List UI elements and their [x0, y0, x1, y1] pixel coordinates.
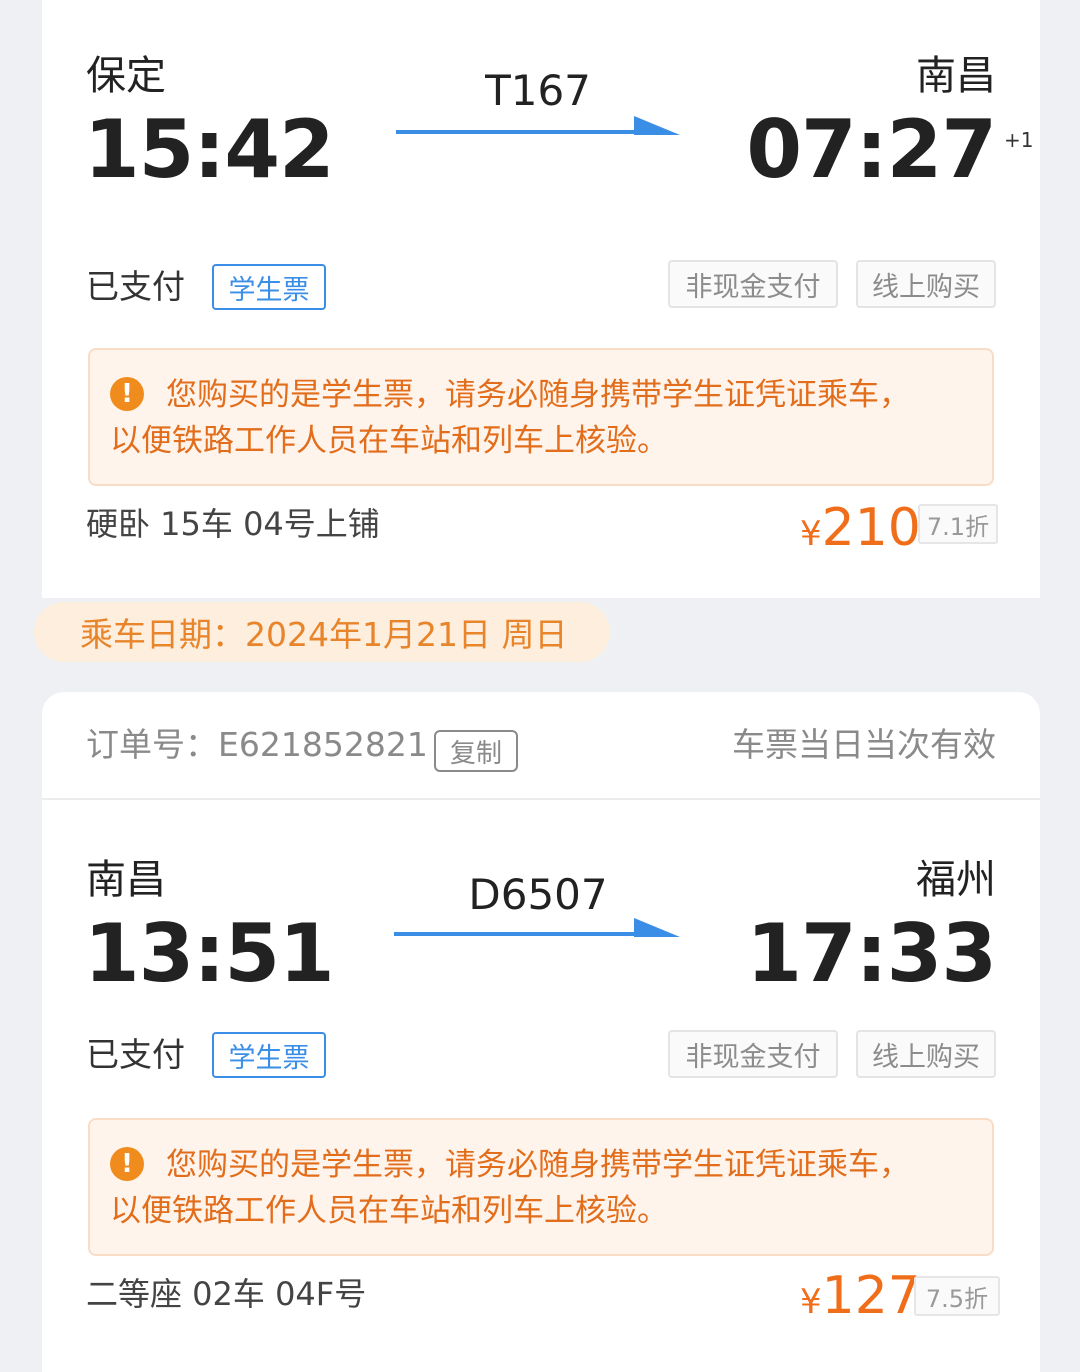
price-amount: 210: [821, 498, 921, 558]
tag-cashless-payment: 非现金支付: [668, 1030, 838, 1078]
discount-badge: 7.5折: [914, 1276, 1000, 1316]
student-ticket-badge: 学生票: [212, 1032, 326, 1078]
order-header: 订单号：E621852821 复制 车票当日当次有效: [42, 692, 1040, 800]
currency-symbol: ¥: [800, 1282, 822, 1322]
ticket-price: ¥127: [800, 1270, 921, 1322]
ticket-card-1[interactable]: 保定 15:42 T167 南昌 07:27 +1 已支付 学生票 非现金支付 …: [42, 0, 1040, 598]
student-ticket-badge: 学生票: [212, 264, 326, 310]
discount-badge: 7.1折: [918, 504, 998, 544]
departure-time: 13:51: [84, 907, 335, 1000]
copy-button[interactable]: 复制: [434, 730, 518, 772]
notice-text: 您购买的是学生票，请务必随身携带学生证凭证乘车，以便铁路工作人员在车站和列车上核…: [110, 377, 910, 459]
currency-symbol: ¥: [800, 514, 822, 554]
ticket-card-2[interactable]: 订单号：E621852821 复制 车票当日当次有效 南昌 13:51 D650…: [42, 692, 1040, 1372]
arrow-right-icon: [394, 918, 680, 937]
ticket-price: ¥210: [800, 502, 921, 554]
payment-status: 已支付: [86, 1035, 185, 1074]
departure-station: 保定: [86, 53, 166, 99]
train-number: T167: [485, 66, 591, 115]
arrival-time: 07:27: [746, 103, 997, 196]
arrow-right-icon: [396, 116, 680, 135]
departure-station: 南昌: [86, 857, 166, 903]
seat-info: 硬卧 15车 04号上铺: [86, 505, 380, 543]
train-number: D6507: [468, 870, 608, 919]
arrival-station: 南昌: [916, 53, 996, 99]
notice-text: 您购买的是学生票，请务必随身携带学生证凭证乘车，以便铁路工作人员在车站和列车上核…: [110, 1147, 910, 1229]
arrival-station: 福州: [916, 857, 996, 903]
student-ticket-notice: ! 您购买的是学生票，请务必随身携带学生证凭证乘车，以便铁路工作人员在车站和列车…: [88, 348, 994, 486]
order-number: 订单号：E621852821: [86, 725, 428, 764]
tag-online-purchase: 线上购买: [856, 1030, 996, 1078]
travel-date: 乘车日期：2024年1月21日 周日: [34, 602, 610, 662]
arrival-time: 17:33: [746, 907, 997, 1000]
seat-info: 二等座 02车 04F号: [86, 1275, 367, 1313]
tag-online-purchase: 线上购买: [856, 260, 996, 308]
student-ticket-notice: ! 您购买的是学生票，请务必随身携带学生证凭证乘车，以便铁路工作人员在车站和列车…: [88, 1118, 994, 1256]
price-amount: 127: [821, 1266, 921, 1326]
day-offset-badge: +1: [1004, 128, 1034, 152]
departure-time: 15:42: [84, 103, 335, 196]
tag-cashless-payment: 非现金支付: [668, 260, 838, 308]
ticket-validity: 车票当日当次有效: [732, 725, 996, 764]
payment-status: 已支付: [86, 267, 185, 306]
